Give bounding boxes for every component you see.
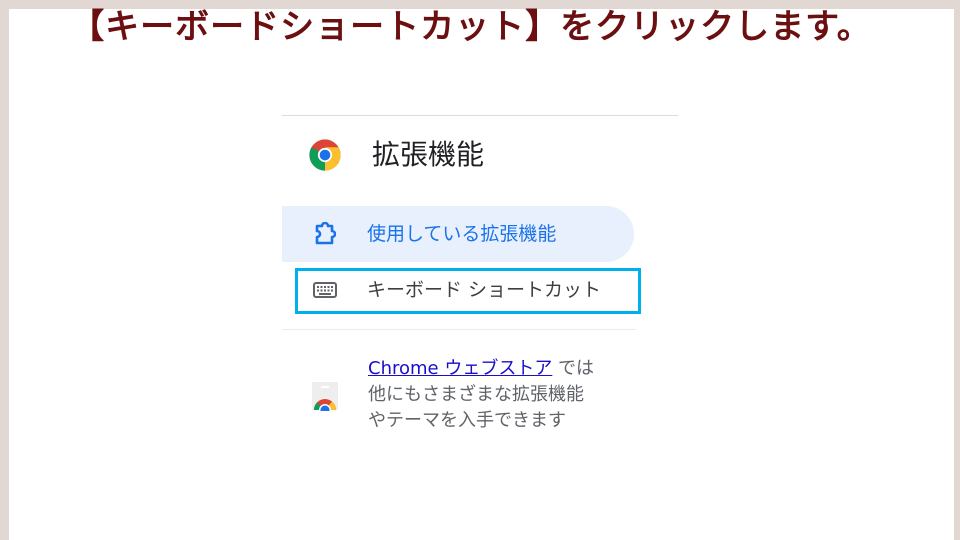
puzzle-piece-icon — [315, 222, 336, 245]
instruction-heading: 【キーボードショートカット】をクリックします。 — [70, 7, 872, 47]
nav-label-my-extensions[interactable]: 使用している拡張機能 — [367, 221, 556, 247]
web-store-promo: Chrome ウェブストア では 他にもさまざまな拡張機能 やテーマを入手できま… — [368, 356, 628, 434]
keyboard-icon — [313, 282, 337, 298]
extensions-header — [308, 138, 342, 172]
promo-line2: 他にもさまざまな拡張機能 — [368, 384, 584, 405]
chrome-web-store-link[interactable]: Chrome ウェブストア — [368, 358, 552, 379]
section-divider — [282, 329, 636, 330]
promo-line1-suffix: では — [552, 358, 595, 379]
promo-line3: やテーマを入手できます — [368, 410, 566, 431]
page-title: 拡張機能 — [372, 138, 485, 171]
nav-item-keyboard-shortcuts[interactable]: キーボード ショートカット — [367, 277, 601, 303]
chrome-web-store-icon — [312, 382, 338, 411]
chrome-logo-icon — [309, 139, 341, 171]
top-divider — [282, 115, 678, 116]
